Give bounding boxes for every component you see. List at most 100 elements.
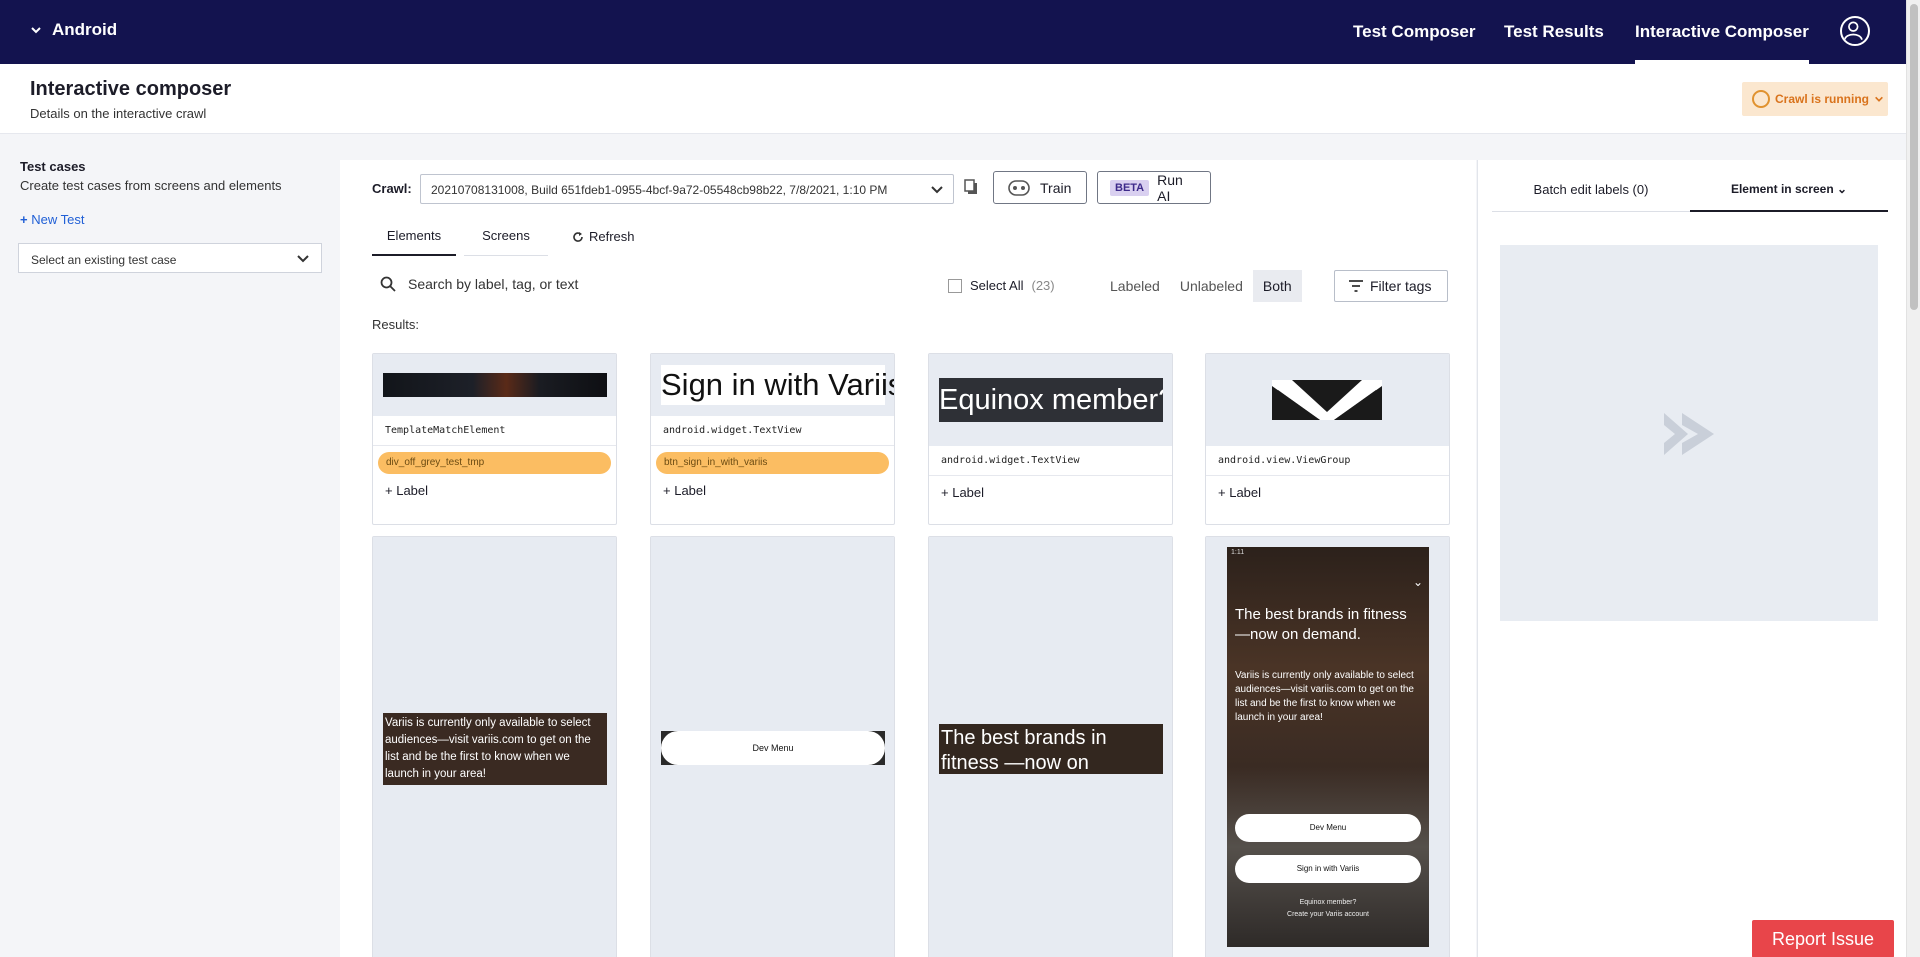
results-label: Results: <box>372 317 419 332</box>
run-ai-label: Run AI <box>1157 171 1183 204</box>
page-title: Interactive composer <box>30 78 232 100</box>
filter-unlabeled[interactable]: Unlabeled <box>1170 270 1253 302</box>
phone-sign-in-button: Sign in with Variis <box>1235 855 1421 883</box>
test-cases-subtitle: Create test cases from screens and eleme… <box>20 178 282 193</box>
placeholder-logo-icon <box>1664 413 1714 455</box>
search-input[interactable]: Search by label, tag, or text <box>408 276 578 292</box>
select-all-count: (23) <box>1031 278 1055 293</box>
element-card[interactable]: Dev Menu <box>650 536 895 957</box>
element-thumbnail: The best brands in fitness —now on deman… <box>929 537 1172 957</box>
view-tabs: Elements Screens <box>372 224 548 256</box>
app-name: Android <box>52 20 118 39</box>
element-card[interactable]: Variis is currently only available to se… <box>372 536 617 957</box>
new-test-label: New Test <box>31 212 85 227</box>
main-panel: Crawl: 20210708131008, Build 651fdeb1-09… <box>340 160 1476 957</box>
element-tag: android.widget.TextView <box>929 446 1172 476</box>
chevron-down-icon: ⌄ <box>1837 182 1848 196</box>
chevron-down-icon <box>1875 96 1883 102</box>
new-test-button[interactable]: + New Test <box>20 212 84 227</box>
nav-test-composer[interactable]: Test Composer <box>1353 22 1476 42</box>
thumbnail-text: The best brands in fitness —now on deman… <box>939 724 1163 774</box>
phone-footer-2: Create your Variis account <box>1287 911 1369 918</box>
logo-thumbnail <box>1272 380 1382 420</box>
element-thumbnail: Dev Menu <box>651 537 894 957</box>
add-label-button[interactable]: + Label <box>651 474 894 508</box>
element-thumbnail: Equinox member? <box>929 354 1172 446</box>
element-card[interactable]: android.view.ViewGroup + Label <box>1205 353 1450 525</box>
chevron-down-icon <box>297 255 309 263</box>
robot-icon <box>1008 179 1030 196</box>
train-label: Train <box>1040 179 1072 196</box>
copy-icon[interactable] <box>964 179 978 195</box>
nav-interactive-composer[interactable]: Interactive Composer <box>1635 22 1809 64</box>
element-card[interactable]: TemplateMatchElement div_off_grey_test_t… <box>372 353 617 525</box>
element-thumbnail <box>373 354 616 416</box>
crawl-status-badge[interactable]: Crawl is running <box>1742 82 1888 116</box>
phone-footer-1: Equinox member? <box>1299 899 1357 906</box>
nav-test-results[interactable]: Test Results <box>1504 22 1604 42</box>
refresh-icon <box>573 231 583 242</box>
phone-headline: The best brands in fitness —now on deman… <box>1235 606 1407 643</box>
thumbnail-text: Dev Menu <box>661 731 885 765</box>
tab-screens[interactable]: Screens <box>464 224 548 256</box>
tab-element-in-screen[interactable]: Element in screen ⌄ <box>1690 182 1888 212</box>
select-all[interactable]: Select All (23) <box>948 278 1055 293</box>
chevron-down-icon: ⌄ <box>1412 575 1423 589</box>
select-all-checkbox[interactable] <box>948 278 962 293</box>
add-label-button[interactable]: + Label <box>1206 476 1449 510</box>
right-panel: Batch edit labels (0) Element in screen … <box>1477 160 1906 957</box>
phone-screen: 1:11 ⌄ The best brands in fitness —now o… <box>1227 547 1429 947</box>
test-cases-title: Test cases <box>20 159 86 174</box>
element-thumbnail <box>1206 354 1449 446</box>
element-card[interactable]: The best brands in fitness —now on deman… <box>928 536 1173 957</box>
test-case-select[interactable]: Select an existing test case <box>18 243 322 273</box>
add-label-button[interactable]: + Label <box>929 476 1172 510</box>
user-avatar-icon[interactable] <box>1840 16 1870 46</box>
app-switcher[interactable]: Android <box>30 20 117 40</box>
report-issue-button[interactable]: Report Issue <box>1752 920 1894 957</box>
element-thumbnail: Sign in with Variis <box>651 354 894 416</box>
phone-time: 1:11 <box>1231 549 1245 556</box>
element-card[interactable]: Equinox member? android.widget.TextView … <box>928 353 1173 525</box>
page-scrollbar[interactable] <box>1906 0 1920 957</box>
add-label-button[interactable]: + Label <box>373 474 616 508</box>
refresh-button[interactable]: Refresh <box>572 229 635 244</box>
add-label-text: Label <box>1229 485 1262 500</box>
filter-both[interactable]: Both <box>1252 270 1302 302</box>
add-label-text: Label <box>674 483 707 498</box>
add-label-text: Label <box>952 485 985 500</box>
element-search[interactable]: Search by label, tag, or text <box>380 276 578 292</box>
test-cases-panel: Test cases Create test cases from screen… <box>0 135 338 957</box>
screen-card[interactable]: 1:11 ⌄ The best brands in fitness —now o… <box>1205 536 1450 957</box>
element-label-pill[interactable]: div_off_grey_test_tmp <box>378 452 611 474</box>
filter-tags-button[interactable]: Filter tags <box>1334 270 1448 302</box>
crawl-status-text: Crawl is running <box>1775 92 1870 106</box>
refresh-label: Refresh <box>589 229 635 244</box>
thumbnail-text: Equinox member? <box>939 378 1163 422</box>
train-button[interactable]: Train <box>993 171 1087 204</box>
spinner-icon <box>1752 90 1770 108</box>
filter-icon <box>1349 280 1363 292</box>
label-filter-segment: Labeled Unlabeled Both <box>1100 270 1302 302</box>
beta-badge: BETA <box>1110 179 1150 196</box>
crawl-select[interactable]: 20210708131008, Build 651fdeb1-0955-4bcf… <box>420 174 954 204</box>
filter-tags-label: Filter tags <box>1370 278 1432 294</box>
run-ai-button[interactable]: BETA Run AI <box>1097 171 1211 204</box>
phone-body: Variis is currently only available to se… <box>1235 670 1414 723</box>
tab-batch-edit-labels[interactable]: Batch edit labels (0) <box>1492 182 1690 212</box>
test-case-select-placeholder: Select an existing test case <box>31 253 177 267</box>
scrollbar-thumb[interactable] <box>1910 4 1918 310</box>
tab-elements[interactable]: Elements <box>372 224 456 256</box>
element-thumbnail: Variis is currently only available to se… <box>373 537 616 957</box>
add-label-text: Label <box>396 483 429 498</box>
crawl-select-value: 20210708131008, Build 651fdeb1-0955-4bcf… <box>431 183 888 197</box>
element-preview <box>1500 245 1878 621</box>
tab-element-in-screen-label: Element in screen <box>1730 182 1834 196</box>
screen-thumbnail: 1:11 ⌄ The best brands in fitness —now o… <box>1206 537 1449 957</box>
chevron-down-icon <box>931 186 943 194</box>
element-card[interactable]: Sign in with Variis android.widget.TextV… <box>650 353 895 525</box>
element-label-pill[interactable]: btn_sign_in_with_variis <box>656 452 889 474</box>
element-tag: TemplateMatchElement <box>373 416 616 446</box>
filter-labeled[interactable]: Labeled <box>1100 270 1170 302</box>
plus-icon: + <box>20 212 28 227</box>
